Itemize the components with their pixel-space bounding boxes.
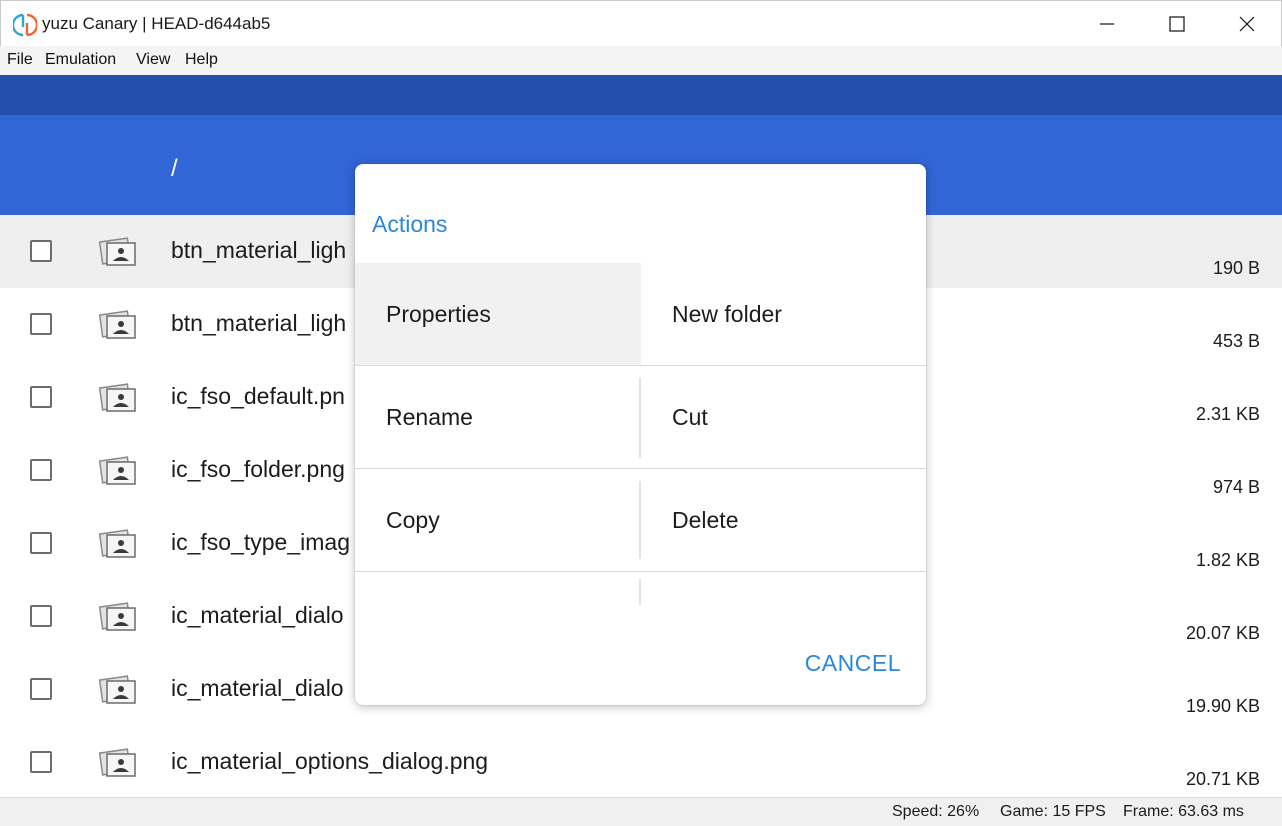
menu-bar: File Emulation View Help <box>0 46 1282 75</box>
window-title: yuzu Canary | HEAD-d644ab5 <box>42 14 271 33</box>
row-divider <box>355 571 926 572</box>
action-label: Copy <box>386 507 440 533</box>
action-delete[interactable]: Delete <box>641 469 926 571</box>
cancel-button[interactable]: CANCEL <box>805 650 901 677</box>
dialog-title: Actions <box>372 211 448 237</box>
file-size: 2.31 KB <box>1195 404 1260 424</box>
row-divider <box>355 468 926 469</box>
file-name: ic_material_dialo <box>171 602 344 628</box>
action-label: Rename <box>386 404 473 430</box>
close-button[interactable] <box>1212 1 1282 47</box>
row-checkbox[interactable] <box>30 532 52 554</box>
menu-file[interactable]: File <box>7 51 33 69</box>
maximize-icon <box>1169 16 1185 32</box>
file-name: ic_material_options_dialog.png <box>171 748 489 774</box>
file-size: 974 B <box>1212 477 1260 497</box>
menu-emulation[interactable]: Emulation <box>45 51 116 69</box>
file-size: 20.71 KB <box>1185 769 1260 789</box>
action-more-left[interactable] <box>355 572 641 605</box>
file-name: ic_fso_type_imag <box>171 529 350 555</box>
action-label: Cut <box>672 404 708 430</box>
fps-readout: Game: 15 FPS <box>1000 803 1106 820</box>
column-divider <box>639 579 641 605</box>
action-rename[interactable]: Rename <box>355 366 641 468</box>
file-row[interactable]: ic_material_options_dialog.png 20.71 KB <box>0 726 1282 797</box>
menu-help[interactable]: Help <box>185 51 218 69</box>
file-name: btn_material_ligh <box>171 310 347 336</box>
file-name: ic_fso_folder.png <box>171 456 345 482</box>
image-file-icon <box>99 456 136 485</box>
menu-view[interactable]: View <box>136 51 170 69</box>
action-properties[interactable]: Properties <box>355 263 641 365</box>
row-checkbox[interactable] <box>30 605 52 627</box>
image-file-icon <box>99 529 136 558</box>
action-cut[interactable]: Cut <box>641 366 926 468</box>
maximize-button[interactable] <box>1142 1 1212 47</box>
action-label: Delete <box>672 507 739 533</box>
image-file-icon <box>99 310 136 339</box>
image-file-icon <box>99 237 136 266</box>
close-icon <box>1239 16 1255 32</box>
minimize-icon <box>1100 23 1114 25</box>
row-checkbox[interactable] <box>30 313 52 335</box>
action-new-folder[interactable]: New folder <box>641 263 926 365</box>
column-divider <box>639 481 641 559</box>
row-checkbox[interactable] <box>30 678 52 700</box>
row-checkbox[interactable] <box>30 240 52 262</box>
file-size: 190 B <box>1212 258 1260 278</box>
title-bar: yuzu Canary | HEAD-d644ab5 <box>0 0 1282 46</box>
image-file-icon <box>99 602 136 631</box>
image-file-icon <box>99 675 136 704</box>
speed-readout: Speed: 26% <box>892 803 980 820</box>
file-name: btn_material_ligh <box>171 237 347 263</box>
column-divider <box>639 378 641 458</box>
row-checkbox[interactable] <box>30 386 52 408</box>
row-divider <box>355 365 926 366</box>
status-strip <box>0 75 1282 115</box>
file-size: 453 B <box>1212 331 1260 351</box>
actions-grid: Properties New folder Rename Cut Copy De… <box>355 263 926 605</box>
actions-dialog: Actions Properties New folder Rename Cut… <box>355 164 926 705</box>
frame-time-readout: Frame: 63.63 ms <box>1123 803 1244 820</box>
action-more-right[interactable] <box>641 572 926 605</box>
action-label: New folder <box>672 301 782 327</box>
image-file-icon <box>99 748 136 777</box>
status-bar: Speed: 26% Game: 15 FPS Frame: 63.63 ms <box>0 797 1282 826</box>
row-checkbox[interactable] <box>30 751 52 773</box>
row-checkbox[interactable] <box>30 459 52 481</box>
file-size: 1.82 KB <box>1195 550 1260 570</box>
action-label: Properties <box>386 301 491 327</box>
current-path: / <box>171 155 178 182</box>
yuzu-logo-icon <box>13 13 37 37</box>
file-name: ic_fso_default.pn <box>171 383 345 409</box>
file-size: 19.90 KB <box>1185 696 1260 716</box>
file-size: 20.07 KB <box>1185 623 1260 643</box>
minimize-button[interactable] <box>1072 1 1142 47</box>
image-file-icon <box>99 383 136 412</box>
file-name: ic_material_dialo <box>171 675 344 701</box>
action-copy[interactable]: Copy <box>355 469 641 571</box>
